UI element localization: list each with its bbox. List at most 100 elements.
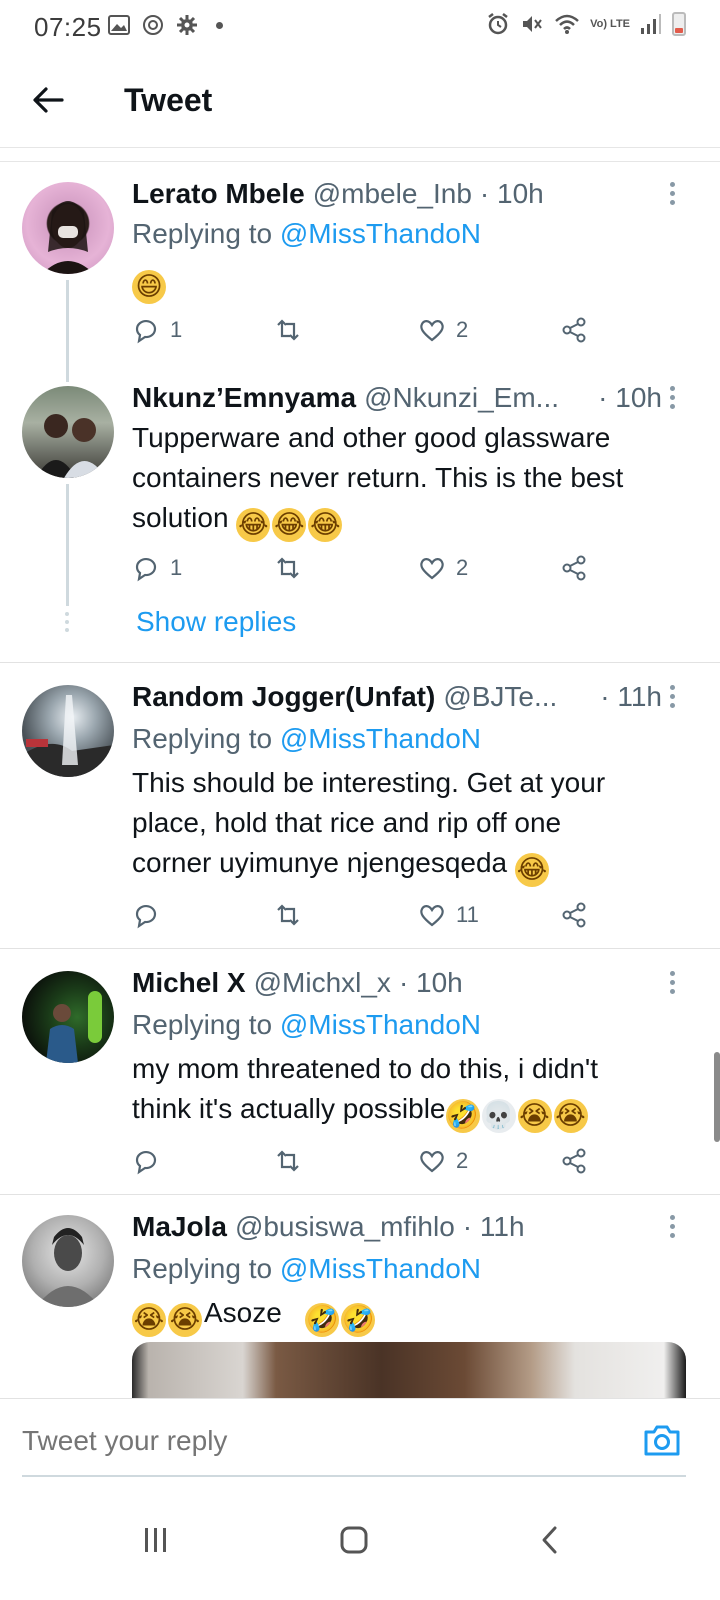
crying-emoji: 😭: [168, 1303, 202, 1337]
heart-icon: [420, 1151, 444, 1173]
reply-icon: [135, 904, 157, 929]
author-name[interactable]: Random Jogger(Unfat): [132, 681, 435, 713]
back-button[interactable]: [28, 80, 68, 120]
mention-link[interactable]: @MissThandoN: [280, 218, 481, 249]
tweet-text: This should be interesting. Get at your …: [132, 763, 682, 887]
retweet-icon: [277, 904, 299, 926]
recents-button[interactable]: [126, 1512, 186, 1568]
retweet-button[interactable]: [274, 314, 302, 346]
author-handle[interactable]: @busiswa_mfihlo: [235, 1211, 455, 1243]
more-options-button[interactable]: [668, 182, 676, 208]
more-options-button[interactable]: [668, 685, 676, 711]
more-options-button[interactable]: [668, 1215, 676, 1241]
text-line: solution 😂 😂 😂: [132, 498, 682, 542]
author-name[interactable]: Michel X: [132, 967, 246, 999]
author-name[interactable]: Nkunz’Emnyama: [132, 382, 356, 414]
scrollbar-thumb[interactable]: [714, 1052, 720, 1142]
reply-button[interactable]: 1: [132, 552, 182, 584]
header-divider: [0, 148, 720, 162]
reply-button[interactable]: [132, 899, 160, 931]
author-handle[interactable]: @Nkunzi_Em...: [364, 382, 559, 414]
avatar-image: [36, 414, 106, 478]
camera-button[interactable]: [642, 1421, 682, 1459]
reply-input[interactable]: [22, 1425, 582, 1457]
tweet-header: MaJola @busiswa_mfihlo · 11h: [132, 1211, 662, 1243]
share-button[interactable]: [560, 1145, 588, 1177]
reply-count: 1: [170, 317, 183, 342]
avatar[interactable]: [22, 685, 114, 777]
retweet-icon: [277, 557, 299, 579]
like-button[interactable]: 2: [418, 1145, 468, 1177]
tweet-nkunzemnyama[interactable]: Nkunz’Emnyama @Nkunzi_Em... · 10h Tupper…: [0, 364, 720, 662]
arrow-left-icon: [33, 87, 64, 113]
notification-icons: [108, 14, 223, 36]
camera-icon: [644, 1425, 680, 1456]
reply-button[interactable]: 1: [132, 314, 182, 346]
laughing-emoji: 😂: [514, 853, 549, 887]
tweet-michel-x[interactable]: Michel X @Michxl_x · 10h Replying to @Mi…: [0, 948, 720, 1194]
author-handle[interactable]: @BJTe...: [443, 681, 557, 713]
like-count: 11: [456, 902, 479, 927]
mention-link[interactable]: @MissThandoN: [280, 1009, 481, 1040]
like-count: 2: [456, 317, 469, 342]
text-line: think it's actually possible🤣 💀 😭 😭: [132, 1089, 682, 1133]
like-button[interactable]: 11: [418, 899, 479, 931]
status-time: 07:25: [34, 12, 102, 42]
tweet-header: Lerato Mbele @mbele_Inb · 10h: [132, 178, 662, 210]
text-segment: corner uyimunye njengesqeda: [132, 847, 508, 878]
tweet-actions: 1 2: [132, 314, 602, 346]
author-handle[interactable]: @Michxl_x: [254, 967, 391, 999]
avatar-image: [42, 201, 94, 274]
author-name[interactable]: MaJola: [132, 1211, 227, 1243]
share-button[interactable]: [560, 314, 588, 346]
tweet-lerato[interactable]: Lerato Mbele @mbele_Inb · 10h Replying t…: [0, 162, 720, 364]
avatar[interactable]: [22, 1215, 114, 1307]
like-button[interactable]: 2: [418, 552, 468, 584]
tweet-media-image[interactable]: [132, 1342, 686, 1402]
avatar[interactable]: [22, 182, 114, 274]
tweet-header: Michel X @Michxl_x · 10h: [132, 967, 662, 999]
avatar-image: [36, 1228, 100, 1307]
mute-icon: [523, 16, 542, 32]
show-replies-link[interactable]: Show replies: [136, 606, 296, 638]
gallery-icon: [108, 15, 130, 35]
system-nav-bar: [0, 1480, 720, 1600]
sync-icon: [143, 15, 163, 35]
author-name[interactable]: Lerato Mbele: [132, 178, 305, 210]
replying-label: Replying to: [132, 1253, 280, 1284]
laughing-emoji: 😂: [236, 508, 271, 542]
mention-link[interactable]: @MissThandoN: [280, 1253, 481, 1284]
retweet-button[interactable]: [274, 1145, 302, 1177]
heart-icon: [420, 320, 444, 342]
retweet-button[interactable]: [274, 552, 302, 584]
home-button[interactable]: [324, 1512, 384, 1568]
share-button[interactable]: [560, 899, 588, 931]
replying-to: Replying to @MissThandoN: [132, 723, 481, 755]
share-icon: [562, 1148, 586, 1174]
author-handle[interactable]: @mbele_Inb: [313, 178, 472, 210]
tweet-random-jogger[interactable]: Random Jogger(Unfat) @BJTe... · 11h Repl…: [0, 662, 720, 948]
mention-link[interactable]: @MissThandoN: [280, 723, 481, 754]
more-options-button[interactable]: [668, 971, 676, 997]
thread-line: [66, 280, 69, 364]
crying-emoji: 😭: [517, 1099, 552, 1133]
network-type: Vo) LTE: [590, 17, 630, 30]
text-line: my mom threatened to do this, i didn't: [132, 1053, 599, 1084]
tweet-actions: 11: [132, 899, 602, 931]
retweet-button[interactable]: [274, 899, 302, 931]
heart-icon: [420, 558, 444, 580]
tweet-text: Tupperware and other good glassware cont…: [132, 418, 682, 542]
share-icon: [562, 317, 586, 343]
tweet-time: · 10h: [598, 382, 662, 413]
share-button[interactable]: [560, 552, 588, 584]
avatar[interactable]: [22, 971, 114, 1063]
like-button[interactable]: 2: [418, 314, 468, 346]
tweet-time: · 11h: [600, 681, 662, 712]
nav-back-button[interactable]: [520, 1512, 580, 1568]
text-line: Tupperware and other good glassware: [132, 422, 611, 453]
nav-back-icon: [542, 1526, 557, 1554]
avatar[interactable]: [22, 386, 114, 478]
text-segment: think it's actually possible: [132, 1093, 446, 1124]
more-options-button[interactable]: [668, 386, 676, 412]
reply-button[interactable]: [132, 1145, 160, 1177]
